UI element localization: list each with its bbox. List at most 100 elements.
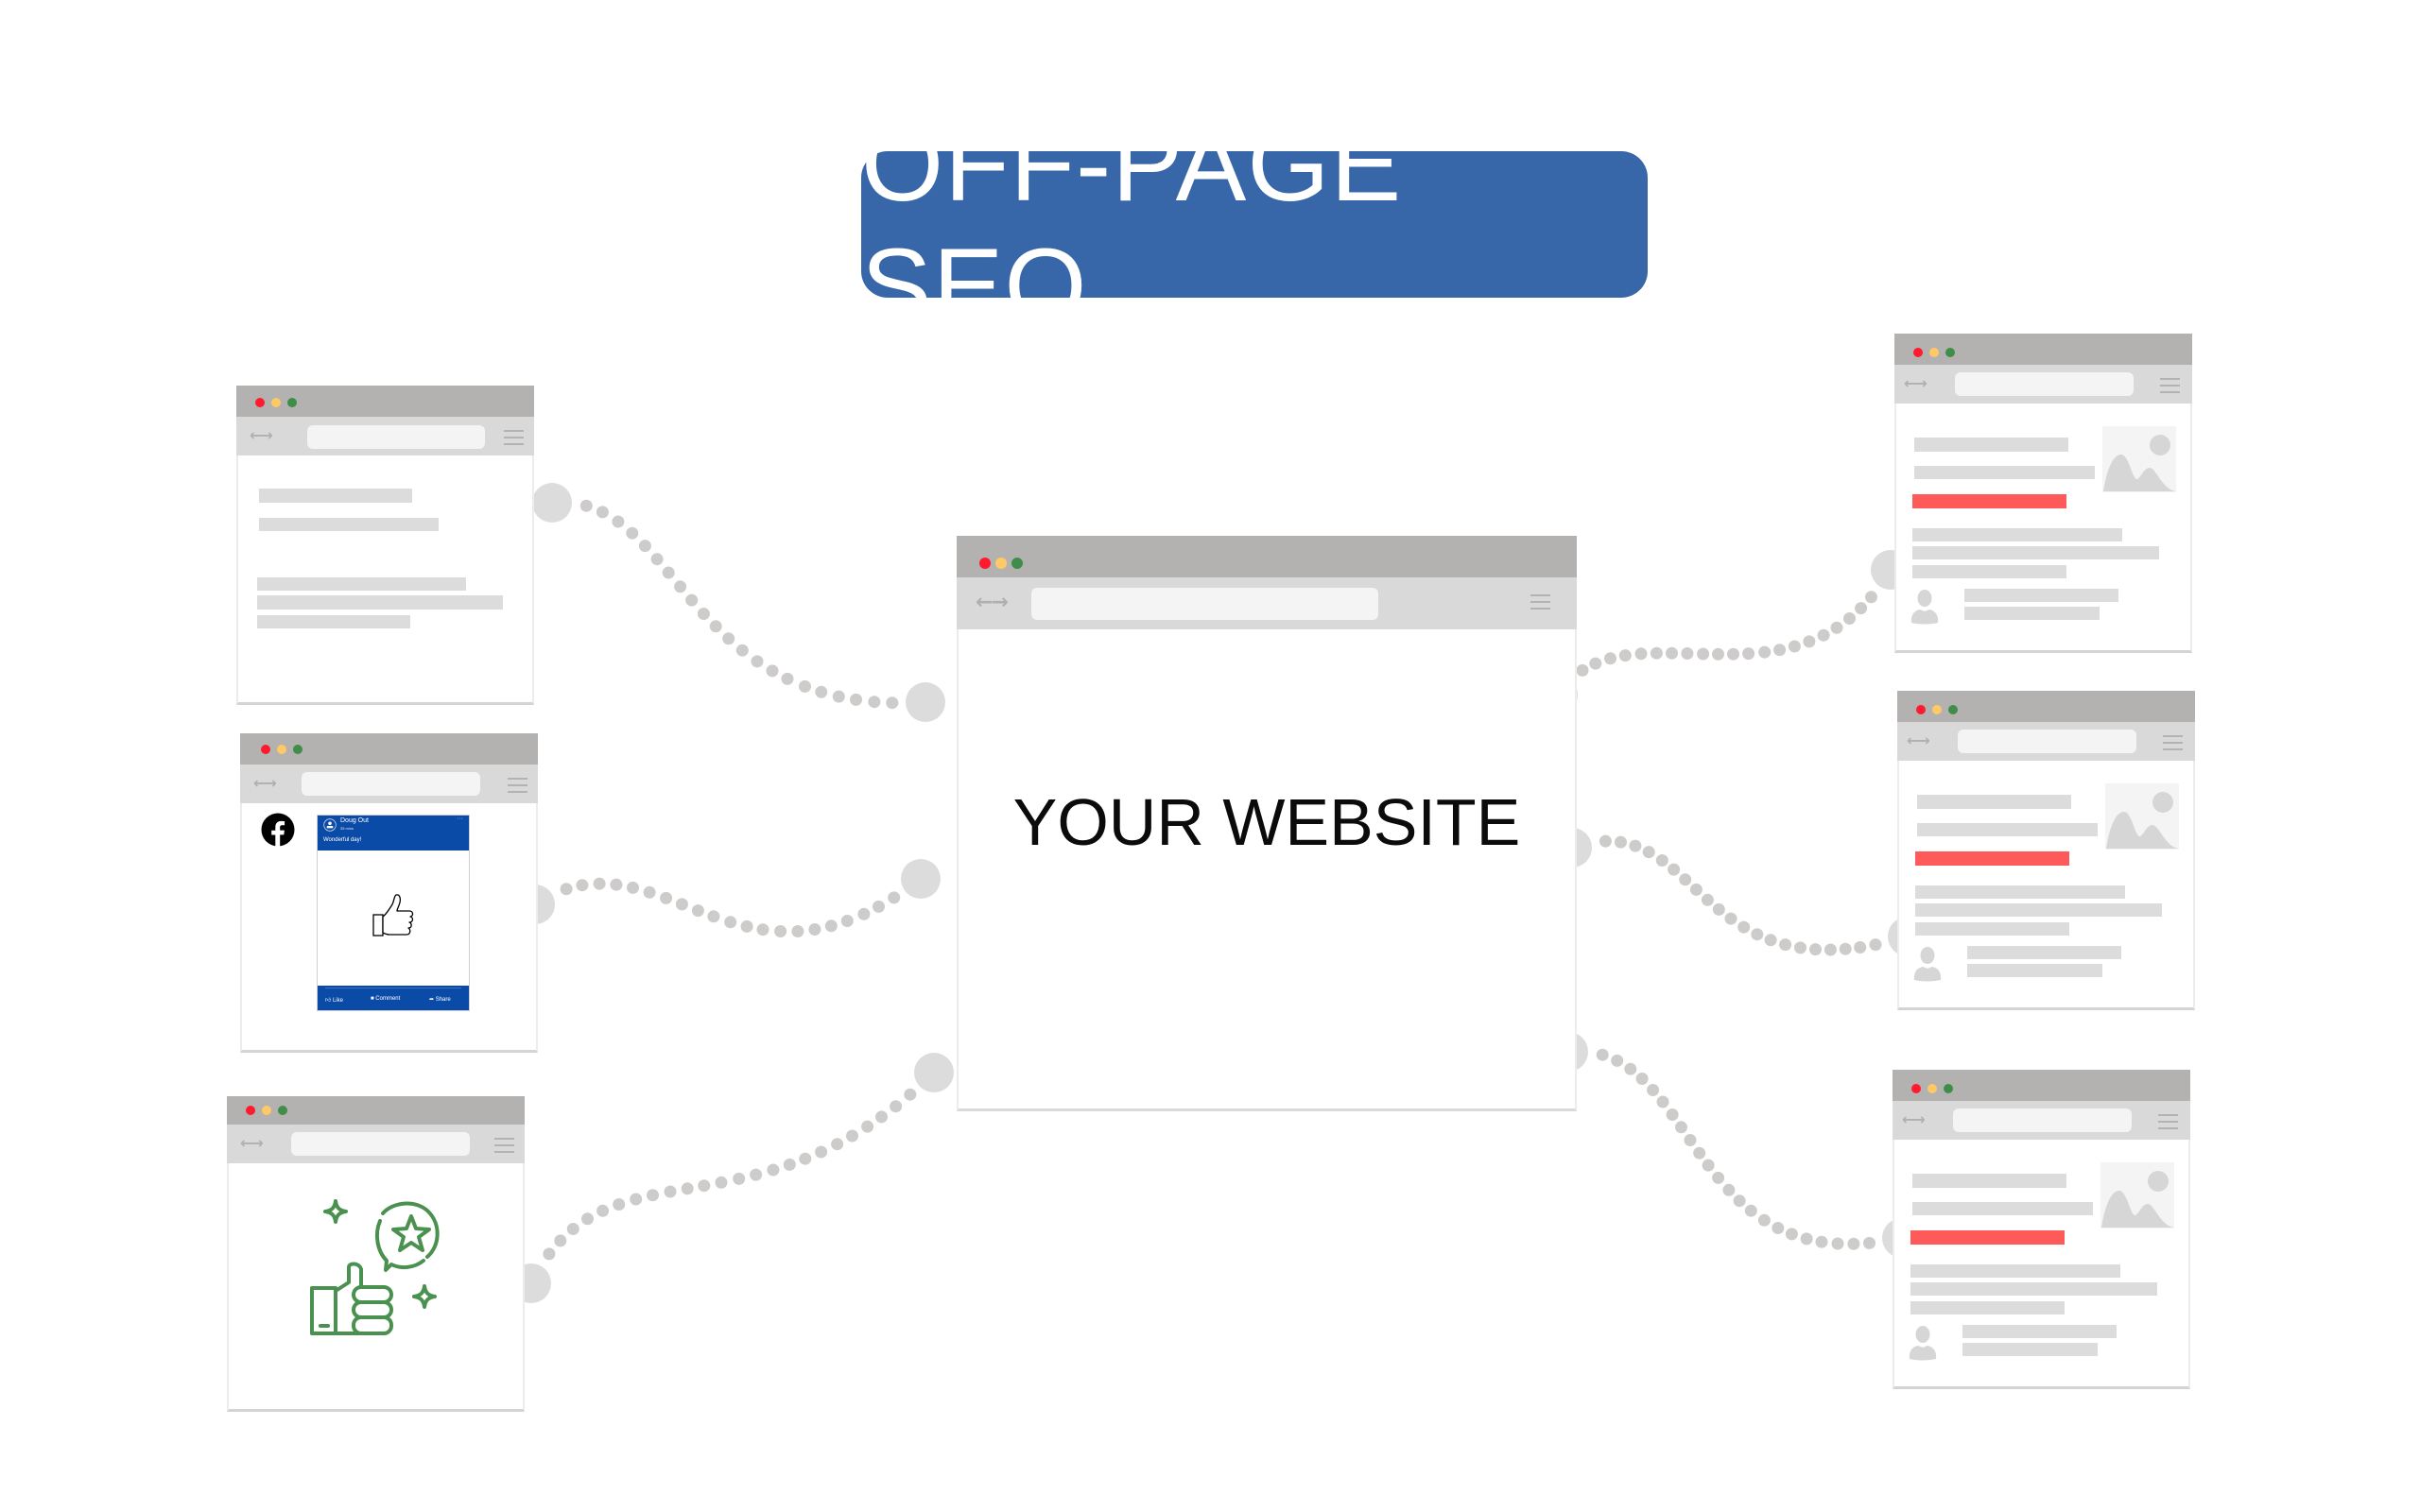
connector-dot [868, 696, 881, 709]
connector-dot [781, 672, 794, 685]
browser-titlebar [240, 733, 538, 765]
maximize-dot-icon [1944, 1084, 1953, 1093]
placeholder-line [257, 577, 466, 591]
connector-dot [581, 1212, 594, 1226]
connector-dot [1779, 938, 1792, 952]
connector-dot [751, 655, 764, 668]
social-post-card: Doug Out 35 mins ··· Wonderful day! 👍︎ L… [317, 815, 470, 1011]
connector-article-1 [1538, 550, 1910, 714]
browser-toolbar: ←→ [227, 1125, 525, 1163]
address-bar [1955, 372, 2134, 396]
connector-dot [1764, 934, 1777, 947]
maximize-dot-icon [287, 398, 297, 407]
connector-dot [1712, 647, 1724, 661]
back-forward-arrows-icon: ←→ [253, 774, 277, 792]
connector-dot [774, 925, 787, 937]
connector-dot [1824, 943, 1837, 956]
placeholder-line [1915, 885, 2125, 899]
like-button[interactable]: 👍︎ Like [325, 996, 343, 1004]
placeholder-line [1910, 1264, 2120, 1278]
post-text: Wonderful day! [323, 837, 362, 843]
connector-dot [783, 1158, 796, 1171]
connector-dot [1751, 928, 1764, 941]
connector-dot [554, 1234, 567, 1247]
hamburger-menu-icon [2160, 378, 2180, 398]
connector-dot [1742, 647, 1755, 661]
address-bar [302, 772, 480, 796]
browser-titlebar [227, 1096, 525, 1125]
connector-dot [1744, 1204, 1757, 1217]
comment-button[interactable]: ■ Comment [371, 996, 400, 1002]
browser-titlebar [1893, 1070, 2190, 1101]
connector-dot [1831, 1237, 1844, 1250]
minimize-dot-icon [1929, 348, 1939, 357]
connector-dot [1693, 1146, 1706, 1160]
connector-dot [1865, 591, 1877, 604]
connector-dot [1675, 1121, 1687, 1134]
connector-dot [840, 915, 854, 927]
connector-dot [1668, 863, 1681, 876]
source-browser-article-1: ←→ [1894, 334, 2192, 653]
back-forward-arrows-icon: ←→ [1907, 731, 1930, 749]
close-dot-icon [255, 398, 265, 407]
placeholder-line [1910, 1282, 2157, 1296]
connector-dot [1839, 942, 1852, 955]
connector-dot [1727, 647, 1739, 661]
image-placeholder-icon [2100, 1162, 2174, 1228]
browser-toolbar: ←→ [240, 765, 538, 803]
minimize-dot-icon [995, 558, 1007, 569]
connector-dot [1712, 902, 1725, 916]
connector-dot [610, 878, 623, 891]
connector-end-node [914, 1053, 954, 1092]
connector-dot [566, 1223, 579, 1235]
connector-dot [681, 1182, 694, 1195]
connector-dot [1712, 1171, 1725, 1184]
source-browser-review: ←→ [227, 1096, 525, 1412]
connector-dot [1785, 1228, 1798, 1241]
connector-dot [791, 925, 804, 937]
title-banner: OFF-PAGE SEO [861, 105, 1648, 345]
connector-dot [596, 1204, 610, 1217]
maximize-dot-icon [293, 745, 302, 754]
placeholder-line [257, 615, 410, 628]
user-avatar-icon [1909, 1326, 1937, 1361]
connector-dot [1773, 644, 1787, 657]
connector-dot [1772, 1222, 1785, 1234]
close-dot-icon [1913, 348, 1923, 357]
connector-dot [1599, 834, 1612, 848]
post-header: Doug Out 35 mins ··· Wonderful day! [318, 816, 469, 850]
connector-dot [630, 1193, 643, 1206]
connector-dot [1604, 652, 1616, 665]
connector-dot [697, 608, 710, 620]
connector-dot [767, 1163, 780, 1177]
placeholder-line [1917, 795, 2071, 809]
connector-dot [613, 1198, 626, 1211]
connector-dot [674, 580, 687, 593]
connector-dot [576, 879, 589, 892]
connector-dot [1800, 1232, 1813, 1246]
source-browser-text-page: ←→ [236, 386, 534, 705]
connector-dot [1863, 1236, 1876, 1249]
back-forward-arrows-icon: ←→ [250, 426, 273, 444]
hamburger-menu-icon [508, 778, 527, 798]
post-more-icon[interactable]: ··· [457, 816, 463, 822]
connector-dot [1847, 1237, 1860, 1250]
minimize-dot-icon [271, 398, 281, 407]
hamburger-menu-icon [1530, 594, 1550, 614]
highlighted-backlink-line [1910, 1230, 2065, 1245]
connector-dot [1843, 612, 1856, 625]
connector-dot [643, 885, 656, 899]
connector-dot [1803, 635, 1816, 648]
back-forward-arrows-icon: ←→ [976, 591, 1009, 614]
connector-dot [1634, 647, 1648, 661]
connector-article-2 [1552, 828, 1927, 956]
share-button[interactable]: ➦ Share [429, 996, 451, 1003]
connector-dot [1611, 1054, 1624, 1067]
connector-dot [1830, 621, 1843, 634]
connector-dot [831, 1138, 844, 1151]
connector-social-post [515, 859, 941, 937]
close-dot-icon [1911, 1084, 1921, 1093]
placeholder-line [1914, 438, 2068, 452]
source-browser-article-3: ←→ [1893, 1070, 2190, 1389]
placeholder-line [1914, 466, 2095, 479]
